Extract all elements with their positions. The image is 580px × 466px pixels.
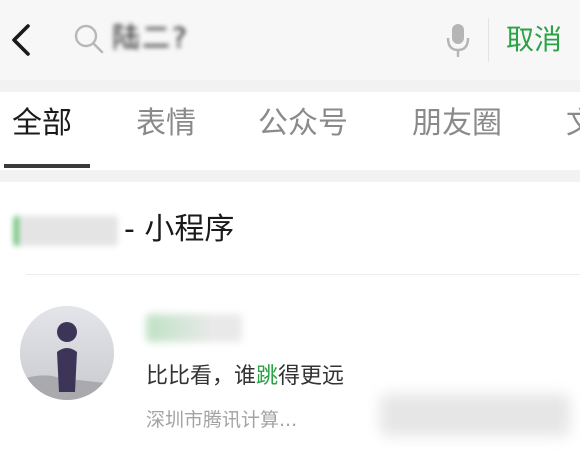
back-button[interactable] (4, 20, 38, 60)
redacted-name (146, 314, 242, 342)
search-input[interactable]: 陆二? (112, 18, 222, 58)
result-developer: 深圳市腾讯计算... (146, 409, 298, 431)
redacted-region (380, 394, 570, 436)
search-icon (72, 22, 106, 56)
search-header: 陆二? 取消 (0, 0, 580, 80)
redacted-name (14, 215, 118, 246)
tab-articles[interactable]: 文 (566, 92, 580, 162)
result-description: 比比看，谁跳得更远 (146, 364, 345, 389)
tab-official-accounts[interactable]: 公众号 (258, 92, 348, 162)
category-tabs: 全部 表情 公众号 朋友圈 文 (0, 92, 580, 170)
tab-stickers[interactable]: 表情 (136, 92, 196, 162)
section-title-suffix: - 小程序 (124, 212, 235, 247)
cancel-button[interactable]: 取消 (506, 18, 562, 62)
divider (26, 274, 580, 275)
tab-moments[interactable]: 朋友圈 (412, 92, 502, 162)
microphone-icon[interactable] (444, 20, 472, 60)
divider (488, 18, 489, 62)
active-tab-indicator (4, 164, 90, 168)
mini-program-avatar[interactable] (20, 306, 114, 400)
mini-program-section: - 小程序 比比看，谁跳得更远 深圳市腾讯计算... (0, 182, 580, 466)
back-chevron-icon (12, 24, 30, 56)
section-title: - 小程序 (14, 208, 234, 252)
tab-all[interactable]: 全部 (12, 92, 72, 162)
